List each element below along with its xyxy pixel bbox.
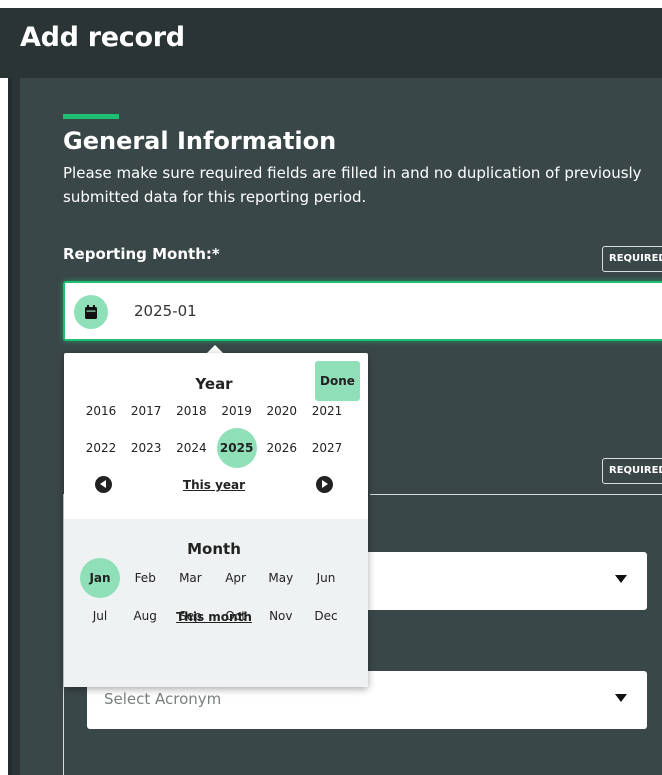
page-title: Add record	[20, 22, 185, 53]
section-description: Please make sure required fields are fil…	[63, 164, 642, 206]
next-years-button[interactable]	[316, 476, 333, 493]
acronym-placeholder: Select Acronym	[104, 690, 222, 708]
year-option-2017[interactable]: 2017	[126, 391, 166, 431]
year-option-2022[interactable]: 2022	[81, 428, 121, 468]
year-option-2023[interactable]: 2023	[126, 428, 166, 468]
month-heading: Month	[187, 540, 241, 558]
reporting-month-label: Reporting Month:*	[63, 245, 220, 263]
year-option-2019[interactable]: 2019	[217, 391, 257, 431]
section-accent-bar	[63, 114, 119, 119]
year-option-2020[interactable]: 2020	[262, 391, 302, 431]
prev-years-button[interactable]	[95, 476, 112, 493]
page-header: Add record	[0, 8, 662, 78]
year-option-2027[interactable]: 2027	[307, 428, 347, 468]
month-option-feb[interactable]: Feb	[125, 558, 165, 598]
this-month-link[interactable]: This month	[164, 610, 264, 624]
year-option-2026[interactable]: 2026	[262, 428, 302, 468]
left-edge-strip	[0, 78, 8, 775]
month-option-aug[interactable]: Aug	[125, 596, 165, 636]
chevron-right-icon	[322, 480, 328, 488]
month-option-mar[interactable]: Mar	[170, 558, 210, 598]
required-badge: REQUIRED	[602, 246, 662, 272]
section-title: General Information	[63, 127, 337, 155]
reporting-month-input[interactable]: 2025-01	[63, 281, 662, 341]
year-option-2024[interactable]: 2024	[171, 428, 211, 468]
month-picker-popup: Done Year 2016 2017 2018 2019 2020 2021 2022 20…	[64, 353, 368, 687]
calendar-button[interactable]	[74, 295, 108, 329]
chevron-left-icon	[100, 480, 106, 488]
left-edge	[0, 78, 12, 775]
reporting-month-value: 2025-01	[134, 302, 197, 320]
year-option-2016[interactable]: 2016	[81, 391, 121, 431]
month-section: Month Jan Feb Mar Apr May Jun Jul Aug Sep Oct Nov D…	[64, 519, 368, 687]
year-heading: Year	[195, 375, 233, 393]
month-option-nov[interactable]: Nov	[261, 596, 301, 636]
caret-down-icon	[615, 575, 627, 583]
month-option-jan[interactable]: Jan	[80, 558, 120, 598]
required-badge: REQUIRED	[602, 458, 662, 484]
top-strip	[0, 0, 662, 8]
month-option-jun[interactable]: Jun	[306, 558, 346, 598]
calendar-icon	[85, 305, 97, 319]
this-year-link[interactable]: This year	[174, 478, 254, 492]
year-option-2018[interactable]: 2018	[171, 391, 211, 431]
year-option-2025[interactable]: 2025	[216, 428, 257, 468]
month-option-apr[interactable]: Apr	[216, 558, 256, 598]
year-option-2021[interactable]: 2021	[307, 391, 347, 431]
month-option-may[interactable]: May	[261, 558, 301, 598]
month-option-dec[interactable]: Dec	[306, 596, 346, 636]
caret-down-icon	[615, 694, 627, 702]
field-divider	[370, 494, 662, 495]
month-option-jul[interactable]: Jul	[80, 596, 120, 636]
